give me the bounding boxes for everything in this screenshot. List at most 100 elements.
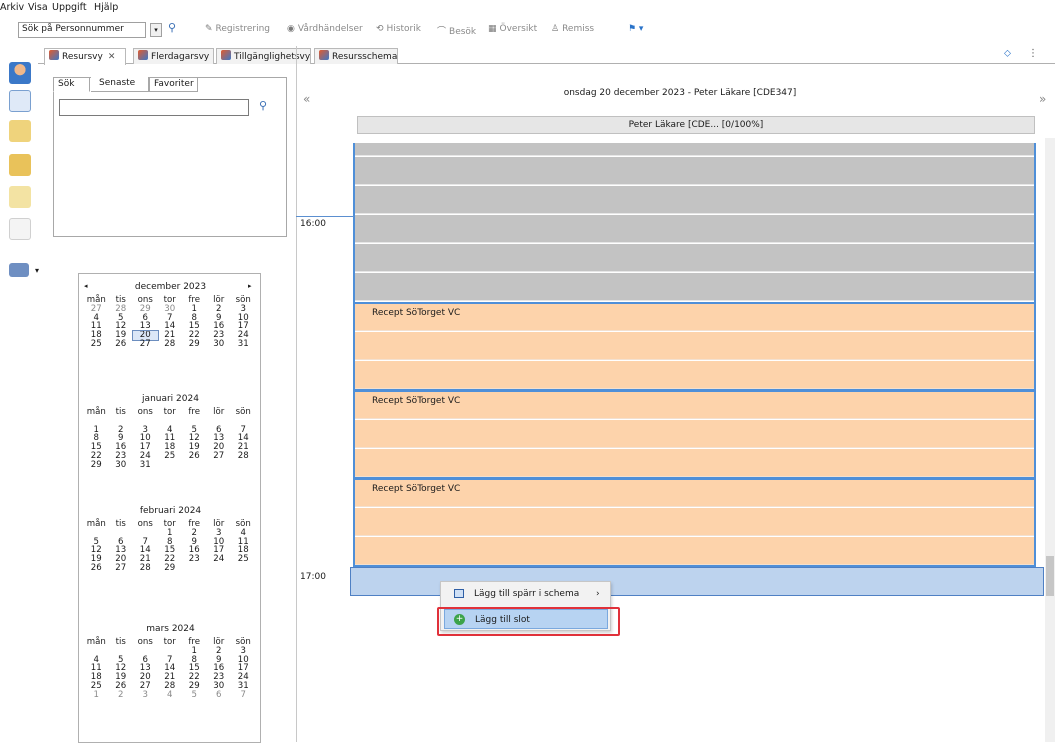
menu-visa[interactable]: Visa (28, 2, 48, 13)
busy-slot[interactable] (355, 157, 1034, 185)
weekday-label: lör (213, 407, 225, 417)
calendar-day[interactable]: 31 (133, 460, 158, 470)
weekday-label: mån (86, 637, 106, 647)
search-icon[interactable]: ⚲ (168, 21, 176, 34)
menu-hjalp[interactable]: Hjälp (94, 2, 118, 13)
weekday-label: tis (115, 519, 126, 529)
envelope-icon[interactable] (9, 186, 31, 208)
search-combo[interactable]: Sök på Personnummer (18, 22, 146, 38)
close-icon[interactable]: ✕ (108, 52, 116, 62)
calendar-day (207, 461, 232, 470)
gauge-icon: ◉ (287, 24, 295, 34)
busy-slot[interactable] (355, 273, 1034, 301)
column-border (353, 143, 355, 303)
calendar-week: 25 26 27 28 29 30 31 (79, 340, 262, 349)
calendar-day[interactable]: 2 (109, 690, 134, 700)
vertical-scrollbar[interactable] (1045, 138, 1055, 742)
busy-slot[interactable] (355, 186, 1034, 214)
calendar-day[interactable]: 1 (84, 690, 109, 700)
calendar-day[interactable]: 30 (207, 340, 232, 349)
visit-icon: ⌒ (437, 27, 447, 37)
export-icon[interactable] (9, 154, 31, 176)
calendar-day[interactable]: 31 (231, 340, 256, 349)
calendar-day[interactable]: 28 (158, 340, 183, 349)
history-icon: ⟲ (376, 24, 384, 34)
document-icon[interactable] (9, 218, 31, 240)
calendar-day (182, 564, 207, 573)
calendar-day[interactable]: 26 (109, 340, 134, 349)
calendar-day[interactable]: 24 (207, 555, 232, 564)
combo-dropdown-button[interactable]: ▾ (150, 23, 162, 37)
calendar-day (207, 564, 232, 573)
calendar-day[interactable]: 28 (133, 564, 158, 573)
pen-icon: ✎ (205, 24, 213, 34)
month-title: februari 2024 (139, 506, 202, 516)
weekday-label: ons (137, 407, 153, 417)
calendar-day[interactable]: 28 (231, 452, 256, 461)
calendar-clock-icon[interactable] (9, 90, 31, 112)
calendar-day[interactable]: 27 (109, 564, 134, 573)
busy-slot[interactable] (355, 244, 1034, 272)
calendar-day[interactable]: 29 (158, 564, 183, 573)
calendar-day[interactable]: 5 (182, 690, 207, 700)
calendar-day[interactable]: 23 (182, 555, 207, 564)
time-label: 17:00 (300, 572, 326, 582)
calendar-day[interactable]: 3 (133, 690, 158, 700)
historik-button[interactable]: ⟲ Historik (376, 24, 421, 34)
calendar-day[interactable]: 6 (207, 690, 232, 700)
search-input[interactable] (59, 99, 249, 116)
weekday-label: tis (115, 637, 126, 647)
calendar-day[interactable]: 25 (158, 452, 183, 461)
calendar-day[interactable]: 29 (84, 460, 109, 470)
besok-button[interactable]: ⌒ Besök (437, 24, 476, 37)
clipboard-icon[interactable] (9, 120, 31, 142)
resource-header[interactable]: Peter Läkare [CDE... [0/100%] (357, 116, 1035, 134)
referral-icon: ♙ (551, 24, 560, 34)
grid-icon[interactable] (9, 263, 29, 277)
scrollbar-thumb[interactable] (1046, 556, 1054, 596)
busy-slot[interactable] (355, 143, 1034, 156)
busy-slot[interactable] (355, 215, 1034, 243)
calendar-day[interactable]: 27 (207, 452, 232, 461)
vardhandelser-button[interactable]: ◉ Vårdhändelser (287, 24, 363, 34)
pin-icon[interactable]: ⬦ (1004, 48, 1011, 59)
registrering-button[interactable]: ✎ Registrering (205, 24, 270, 34)
calendar-day[interactable]: 27 (133, 340, 158, 349)
appointment-label: Recept SöTorget VC (372, 484, 461, 494)
overview-icon: ▦ (488, 24, 497, 34)
calendar-day (158, 461, 183, 470)
calendar-day[interactable]: 25 (231, 555, 256, 564)
menu-uppgift[interactable]: Uppgift (52, 2, 87, 13)
oversikt-button[interactable]: ▦ Översikt (488, 24, 537, 34)
search-icon[interactable]: ⚲ (259, 99, 267, 112)
calendar-icon (221, 50, 231, 60)
tab-flerdagarsvy[interactable]: Flerdagarsvy (133, 48, 214, 64)
chevron-down-icon[interactable]: ▾ (35, 266, 39, 275)
menu-item-add-block[interactable]: Lägg till spärr i schema › (444, 584, 608, 604)
tab-resursschema[interactable]: Resursschema (314, 48, 398, 64)
block-icon (454, 589, 464, 598)
more-icon[interactable]: ⋮ (1028, 48, 1038, 59)
tab-senaste[interactable]: Senaste (91, 77, 149, 92)
patient-icon[interactable] (9, 62, 31, 84)
calendar-day[interactable]: 29 (182, 340, 207, 349)
next-day-icon[interactable]: » (1039, 92, 1046, 106)
tab-resursvy[interactable]: Resursvy ✕ (44, 48, 126, 65)
tab-favoriter[interactable]: Favoriter (149, 77, 198, 92)
calendar-month: januari 2024 mån tis ons tor fre lör sön 1 2 3 4 5 6 7… (79, 394, 262, 470)
calendar-day[interactable]: 25 (84, 340, 109, 349)
calendar-day[interactable]: 26 (84, 564, 109, 573)
calendar-day[interactable]: 26 (182, 452, 207, 461)
tab-sok[interactable]: Sök (53, 77, 90, 92)
calendar-day[interactable]: 4 (158, 690, 183, 700)
weekday-label: tis (115, 407, 126, 417)
remiss-button[interactable]: ♙ Remiss (551, 24, 594, 34)
prev-day-icon[interactable]: « (303, 92, 310, 106)
calendar-day[interactable]: 7 (231, 690, 256, 700)
weekday-header: mån tis ons tor fre lör sön (79, 408, 262, 417)
calendar-icon (49, 50, 59, 60)
highlight-box (437, 607, 620, 636)
tools-dropdown-button[interactable]: ⚑ ▾ (628, 24, 643, 34)
menu-arkiv[interactable]: Arkiv (0, 2, 24, 13)
calendar-day[interactable]: 30 (109, 460, 134, 470)
